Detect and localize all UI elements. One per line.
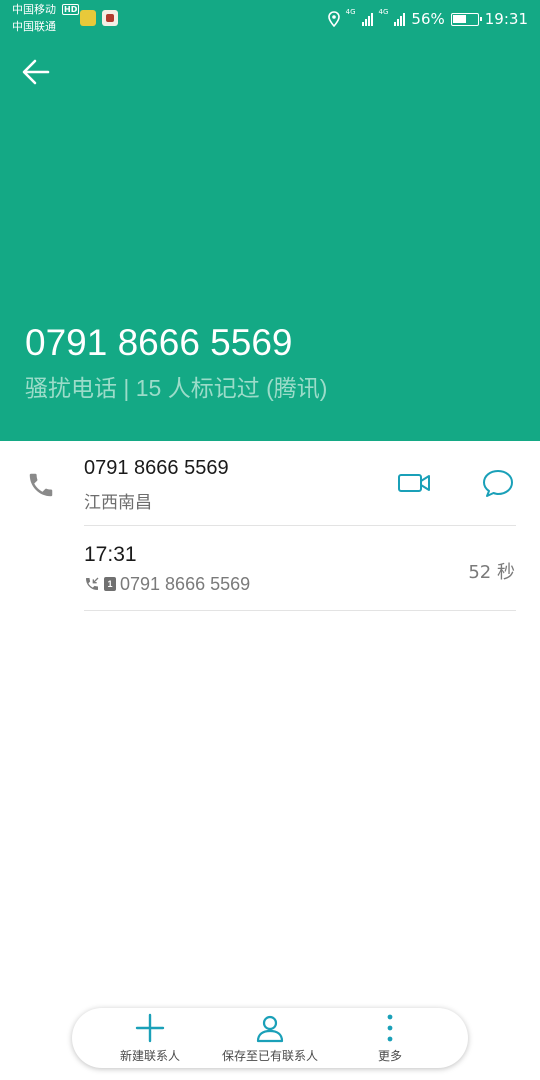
phone-icon[interactable] (26, 470, 56, 500)
video-call-icon[interactable] (396, 470, 432, 496)
location-icon (327, 11, 340, 27)
hd-badge: HD (62, 4, 80, 15)
more-dots-icon (387, 1014, 393, 1042)
message-icon[interactable] (481, 467, 515, 499)
signal-1-icon (361, 12, 373, 26)
call-time: 17:31 (84, 543, 137, 566)
network-2-label: 4G (378, 8, 389, 16)
contact-phone-number: 0791 8666 5569 (84, 457, 229, 479)
carrier-1-label: 中国移动 (12, 3, 56, 16)
notification-app-icon (102, 10, 118, 26)
new-contact-label: 新建联系人 (119, 1049, 180, 1063)
bottom-action-bar: 新建联系人 保存至已有联系人 更多 (72, 1008, 468, 1068)
call-log-entry[interactable]: 17:31 1 0791 8666 5569 52 秒 (0, 526, 540, 610)
incoming-call-icon (86, 577, 99, 590)
battery-icon (450, 12, 482, 26)
status-indicators: 4G 4G 56% 19:31 (327, 8, 528, 30)
save-to-existing-button[interactable]: 保存至已有联系人 (210, 1008, 330, 1068)
call-duration: 52 秒 (468, 562, 515, 583)
contact-number-row[interactable]: 0791 8666 5569 江西南昌 (0, 441, 540, 526)
sim-badge: 1 (104, 577, 116, 591)
carrier-2-label: 中国联通 (12, 20, 56, 33)
header-phone-number: 0791 8666 5569 (25, 322, 293, 363)
clock: 19:31 (484, 10, 528, 28)
signal-2-icon (394, 12, 406, 26)
network-1-label: 4G (345, 8, 356, 16)
call-number: 0791 8666 5569 (120, 573, 251, 594)
number-location: 江西南昌 (84, 493, 152, 513)
more-button[interactable]: 更多 (350, 1008, 430, 1068)
divider (84, 610, 516, 611)
call-details: 1 0791 8666 5569 (84, 573, 250, 595)
spam-tag-label: 骚扰电话 | 15 人标记过 (腾讯) (25, 375, 328, 401)
status-bar: 中国移动 HD 中国联通 4G 4G 56% 19:31 (0, 0, 540, 38)
contact-header: 中国移动 HD 中国联通 4G 4G 56% 19:31 0791 8666 5… (0, 0, 540, 441)
plus-icon (135, 1013, 165, 1043)
battery-percent: 56% (411, 10, 445, 28)
save-to-existing-label: 保存至已有联系人 (221, 1049, 318, 1063)
back-arrow-icon[interactable] (18, 54, 54, 90)
more-label: 更多 (377, 1049, 402, 1063)
person-icon (256, 1015, 284, 1043)
notification-app-icon (80, 10, 96, 26)
new-contact-button[interactable]: 新建联系人 (110, 1008, 190, 1068)
